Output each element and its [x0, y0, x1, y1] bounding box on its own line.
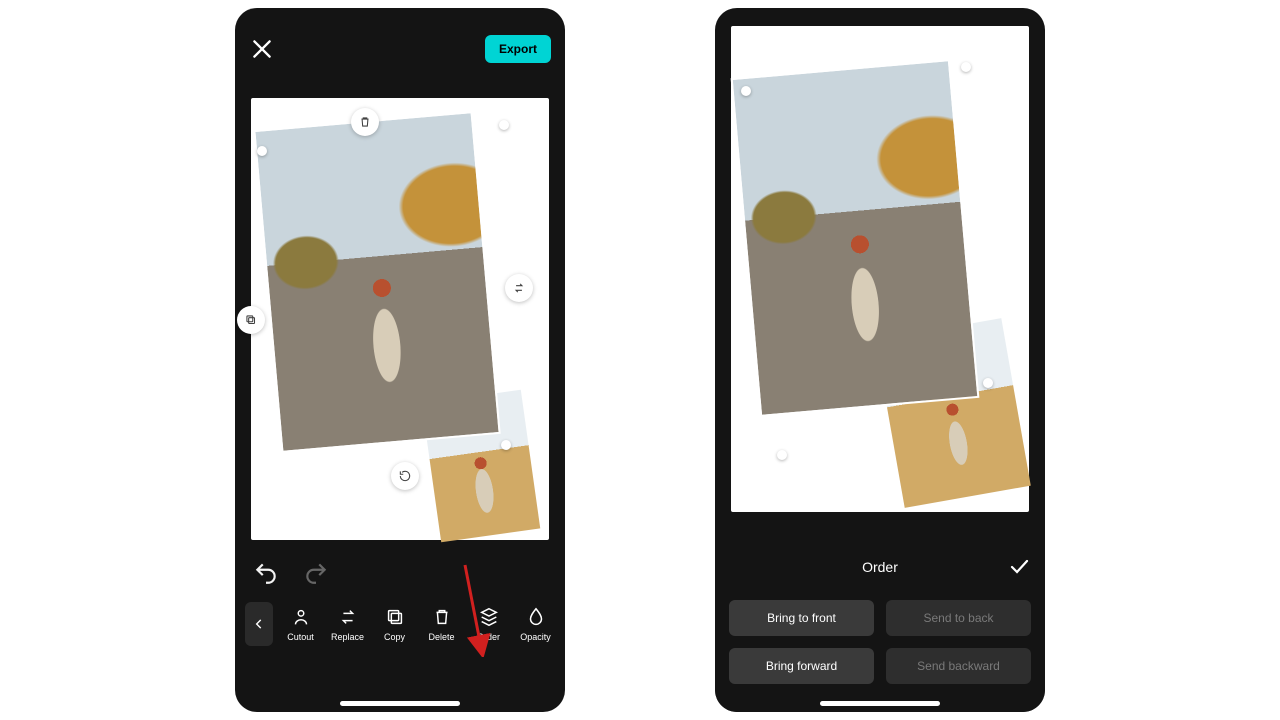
photo-layer-selected[interactable] [731, 59, 980, 417]
tool-cutout[interactable]: Cutout [281, 606, 320, 642]
history-row [235, 540, 565, 596]
tool-replace[interactable]: Replace [328, 606, 367, 642]
tool-tray-back-button[interactable] [245, 602, 273, 646]
selection-rotate-handle[interactable] [391, 462, 419, 490]
tool-label: Replace [331, 632, 364, 642]
send-backward-button[interactable]: Send backward [886, 648, 1031, 684]
photo-layer-selected[interactable] [253, 111, 500, 453]
tool-opacity[interactable]: Opacity [516, 606, 555, 642]
export-button[interactable]: Export [485, 35, 551, 63]
selection-corner-handle[interactable] [499, 120, 509, 130]
bring-forward-button[interactable]: Bring forward [729, 648, 874, 684]
tool-tray: Cutout Replace Copy Delete Order Opacity [235, 596, 565, 660]
selection-corner-handle[interactable] [983, 378, 993, 388]
selection-corner-handle[interactable] [961, 62, 971, 72]
tool-label: Opacity [520, 632, 551, 642]
selection-corner-handle[interactable] [257, 146, 267, 156]
tool-label: Cutout [287, 632, 314, 642]
editor-phone-order-sheet: Order Bring to front Send to back Bring … [715, 8, 1045, 712]
selection-corner-handle[interactable] [777, 450, 787, 460]
tool-copy[interactable]: Copy [375, 606, 414, 642]
selection-trash-handle[interactable] [351, 108, 379, 136]
undo-button[interactable] [253, 560, 279, 586]
close-icon[interactable] [249, 36, 275, 62]
selection-corner-handle[interactable] [501, 440, 511, 450]
send-to-back-button[interactable]: Send to back [886, 600, 1031, 636]
tool-label: Order [477, 632, 500, 642]
canvas[interactable] [251, 98, 549, 540]
confirm-icon[interactable] [1007, 554, 1031, 578]
tool-order[interactable]: Order [469, 606, 508, 642]
tool-delete[interactable]: Delete [422, 606, 461, 642]
tool-label: Copy [384, 632, 405, 642]
tool-label: Delete [428, 632, 454, 642]
order-sheet: Order Bring to front Send to back Bring … [715, 544, 1045, 712]
sheet-title: Order [862, 559, 898, 575]
selection-duplicate-handle[interactable] [237, 306, 265, 334]
bring-to-front-button[interactable]: Bring to front [729, 600, 874, 636]
home-indicator [340, 701, 460, 706]
editor-phone-toolstrip: Export [235, 8, 565, 712]
selection-swap-handle[interactable] [505, 274, 533, 302]
canvas[interactable] [731, 26, 1029, 512]
editor-topbar: Export [235, 24, 565, 74]
home-indicator [820, 701, 940, 706]
redo-button[interactable] [303, 560, 329, 586]
selection-corner-handle[interactable] [741, 86, 751, 96]
